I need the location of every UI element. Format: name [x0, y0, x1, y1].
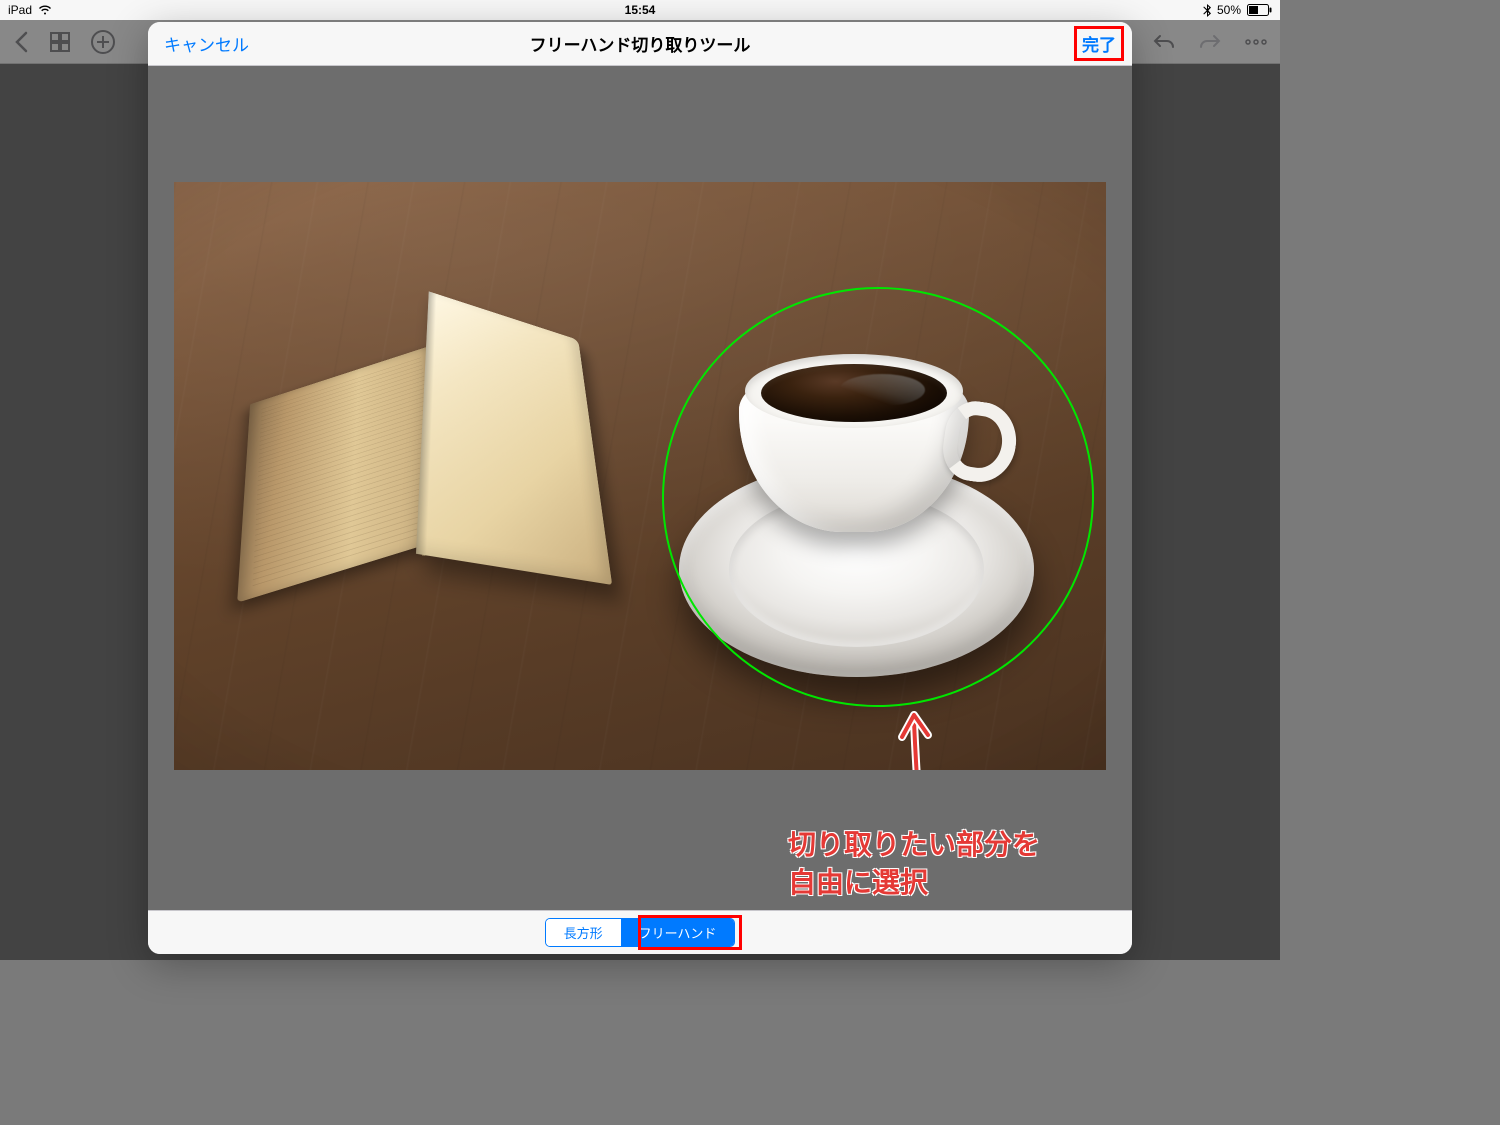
modal-footer: 長方形 フリーハンド	[148, 910, 1132, 954]
modal-body: 切り取りたい部分を 自由に選択	[148, 66, 1132, 910]
crop-tool-modal: キャンセル フリーハンド切り取りツール 完了	[148, 22, 1132, 954]
modal-title: フリーハンド切り取りツール	[530, 31, 751, 56]
bluetooth-icon	[1203, 4, 1211, 17]
cancel-button[interactable]: キャンセル	[164, 31, 249, 56]
photo-image	[174, 182, 1106, 770]
annotation-line1: 切り取りたい部分を	[788, 826, 1040, 864]
status-bar: iPad 15:54 50%	[0, 0, 1280, 20]
annotation-line2: 自由に選択	[788, 864, 1040, 902]
rectangle-mode-button[interactable]: 長方形	[546, 919, 621, 946]
clock: 15:54	[625, 3, 656, 17]
battery-icon	[1247, 4, 1272, 16]
wifi-icon	[38, 5, 52, 15]
annotation-highlight-done	[1074, 26, 1124, 61]
battery-percent: 50%	[1217, 3, 1241, 17]
annotation-text: 切り取りたい部分を 自由に選択	[788, 826, 1040, 902]
annotation-highlight-freehand	[638, 915, 742, 950]
photo-canvas[interactable]	[174, 182, 1106, 770]
device-label: iPad	[8, 3, 32, 17]
done-button[interactable]: 完了	[1082, 31, 1116, 56]
modal-header: キャンセル フリーハンド切り取りツール 完了	[148, 22, 1132, 66]
